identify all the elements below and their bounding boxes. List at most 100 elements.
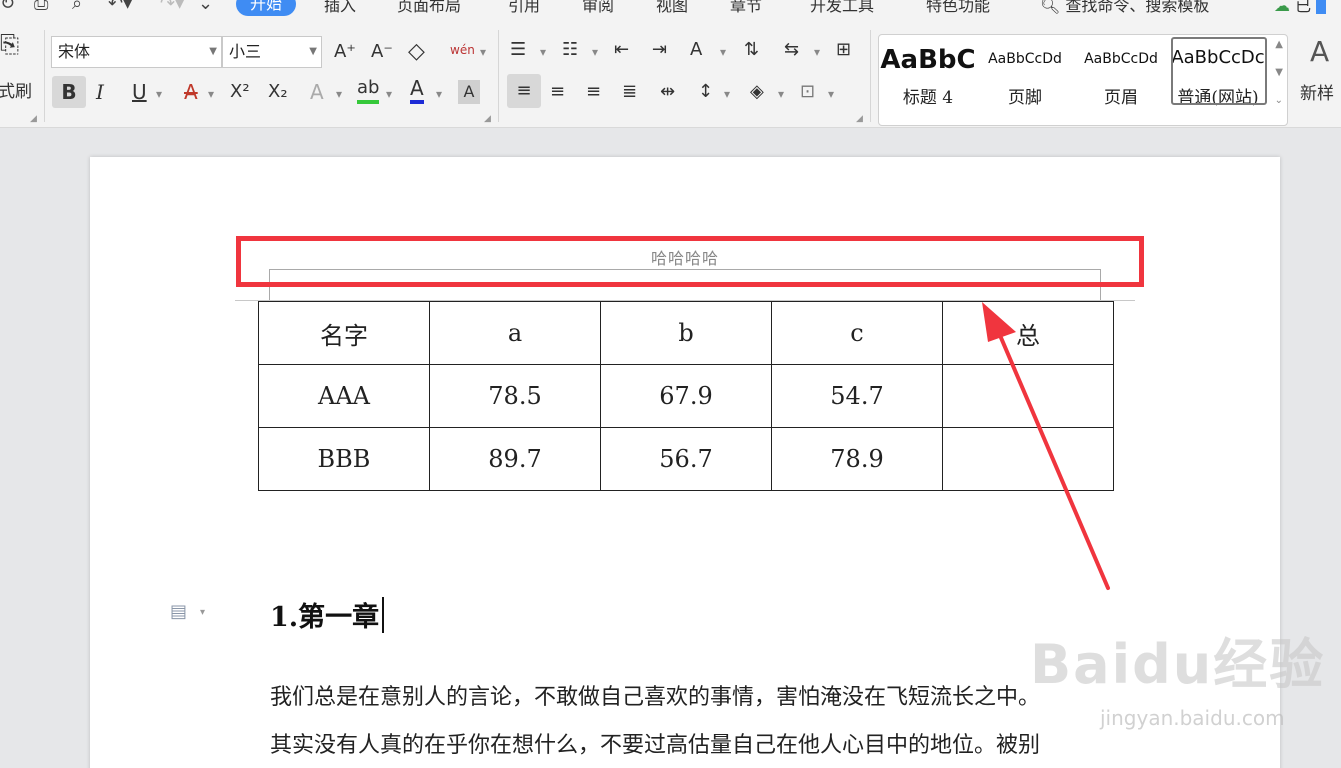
decrease-indent-icon[interactable]: ⇤ [614,36,629,64]
table-cell[interactable]: 54.7 [771,364,943,428]
chapter-heading[interactable]: 1.第一章 [270,595,379,634]
table-cell[interactable] [942,427,1114,491]
undo-icon[interactable]: ↶▾ [108,0,132,14]
paragraph-line[interactable]: 其实没有人真的在乎你在想什么，不要过高估量自己在他人心目中的地位。被别 [270,727,1040,759]
tab-special-features[interactable]: 特色功能 [926,0,990,18]
paragraph-launcher-icon[interactable]: ◢ [856,114,863,124]
tab-chapter[interactable]: 章节 [730,0,762,18]
paragraph-line[interactable]: 我们总是在意别人的言论，不敢做自己喜欢的事情，害怕淹没在飞短流长之中。 [270,679,1040,711]
table-header-cell[interactable]: 总 [942,301,1114,365]
command-search[interactable]: 🔍︎ 查找命令、搜索模板 [1040,0,1209,18]
chevron-down-icon[interactable]: ▾ [814,38,820,66]
chevron-down-icon[interactable]: ▾ [724,80,730,108]
align-left-button[interactable]: ≡ [507,74,541,108]
chevron-down-icon[interactable]: ▾ [778,80,784,108]
table-cell[interactable]: 78.5 [429,364,601,428]
chevron-down-icon[interactable]: ▾ [200,607,205,618]
subscript-button[interactable]: X₂ [268,78,288,106]
chevron-down-icon[interactable]: ▾ [336,80,342,108]
shading-bucket-icon[interactable]: ◈ [750,78,764,106]
chevron-down-icon[interactable]: ▾ [480,38,486,66]
tab-view[interactable]: 视图 [656,0,688,18]
font-name-combo[interactable]: 宋体 ▼ [51,36,222,68]
align-center-button[interactable]: ≡ [550,78,565,106]
style-footer[interactable]: AaBbCcDd 页脚 [977,35,1073,125]
bold-button[interactable]: B [52,76,86,108]
grow-font-icon[interactable]: A⁺ [334,38,356,66]
gallery-scroll-up-icon[interactable]: ▲ [1275,39,1283,50]
chevron-down-icon[interactable]: ▾ [436,80,442,108]
table-cell[interactable]: BBB [258,427,430,491]
borders-icon[interactable]: ⊡ [800,78,815,106]
chevron-down-icon[interactable]: ▾ [828,80,834,108]
justify-button[interactable]: ≣ [622,78,637,106]
char-shading-button[interactable]: A [458,80,480,104]
redo-icon[interactable]: ↷▾ [160,0,184,14]
font-color-button[interactable]: A [410,76,424,104]
line-spacing-icon[interactable]: ↕ [698,78,713,106]
new-style-label[interactable]: 新样 [1300,80,1334,108]
distributed-align-button[interactable]: ⇹ [660,78,675,106]
table-header-cell[interactable]: c [771,301,943,365]
tab-developer[interactable]: 开发工具 [810,0,874,18]
underline-button[interactable]: U [132,78,147,106]
tab-insert[interactable]: 插入 [324,0,356,18]
tab-page-layout[interactable]: 页面布局 [397,0,461,18]
shrink-font-icon[interactable]: A⁻ [371,38,393,66]
chevron-down-icon[interactable]: ▾ [720,38,726,66]
new-style-icon[interactable]: A [1310,38,1329,66]
style-heading-4[interactable]: AaBbC 标题 4 [879,35,977,125]
tab-home[interactable]: 开始 [236,0,297,16]
bullet-list-icon[interactable]: ☰ [510,36,526,64]
clipboard-launcher-icon[interactable]: ◢ [30,114,37,124]
document-outline-icon[interactable]: ▤ [170,601,187,622]
align-right-button[interactable]: ≡ [586,78,601,106]
style-preview: AaBbCcDd [1084,51,1158,67]
font-launcher-icon[interactable]: ◢ [484,114,491,124]
tab-review[interactable]: 审阅 [582,0,614,18]
print-icon[interactable]: ⎙ [34,0,48,14]
tab-references[interactable]: 引用 [508,0,540,18]
numbered-list-icon[interactable]: ☷ [562,36,578,64]
table-cell[interactable]: 78.9 [771,427,943,491]
format-painter-icon[interactable]: ⎘ [0,30,19,58]
cloud-sync-status[interactable]: ☁ 已 [1274,0,1327,18]
superscript-button[interactable]: X² [230,78,250,106]
chevron-down-icon[interactable]: ▾ [208,80,214,108]
table-cell[interactable]: AAA [258,364,430,428]
format-painter-label[interactable]: 式刷 [0,78,32,106]
gallery-scroll-down-icon[interactable]: ▼ [1275,67,1283,78]
menu-bar: ↻ ⎙ ⌕ ↶▾ ↷▾ ⌄ 开始 插入 页面布局 引用 审阅 视图 章节 开发工… [0,0,1341,20]
table-cell[interactable]: 67.9 [600,364,772,428]
table-header-cell[interactable]: 名字 [258,301,430,365]
sort-icon[interactable]: ⇅ [744,36,759,64]
chevron-down-icon[interactable]: ▾ [386,80,392,108]
table-cell[interactable] [942,364,1114,428]
style-header[interactable]: AaBbCcDd 页眉 [1073,35,1169,125]
increase-indent-icon[interactable]: ⇥ [652,36,667,64]
font-size-combo[interactable]: 小三 ▼ [222,36,322,68]
redo-history-icon[interactable]: ↻ [0,0,15,14]
table-cell[interactable]: 89.7 [429,427,601,491]
italic-button[interactable]: I [96,78,104,106]
chevron-down-icon[interactable]: ▾ [592,38,598,66]
print-preview-icon[interactable]: ⌕ [72,0,82,14]
document-page[interactable]: 哈哈哈哈 名字 a b c 总 AAA 78.5 67.9 54.7 BBB 8… [90,157,1280,768]
table-header-cell[interactable]: a [429,301,601,365]
text-effect-button[interactable]: A [310,78,324,106]
data-table: 名字 a b c 总 AAA 78.5 67.9 54.7 BBB 89.7 5… [258,301,1114,491]
chevron-down-icon[interactable]: ▾ [540,38,546,66]
paragraph-spacing-icon[interactable]: ⇆ [784,36,799,64]
gallery-expand-icon[interactable]: ⌄ [1275,95,1283,106]
table-borders-icon[interactable]: ⊞ [836,36,851,64]
table-cell[interactable]: 56.7 [600,427,772,491]
text-direction-icon[interactable]: A [690,36,702,64]
table-header-cell[interactable]: b [600,301,772,365]
chevron-down-icon[interactable]: ▾ [156,80,162,108]
group-divider [498,30,499,122]
highlight-button[interactable]: ab [357,76,380,104]
clear-format-icon[interactable]: ◇ [408,38,425,66]
customize-chevron-icon[interactable]: ⌄ [198,0,213,14]
phonetic-guide-icon[interactable]: wén [450,36,475,64]
strikethrough-button[interactable]: A [184,78,198,106]
